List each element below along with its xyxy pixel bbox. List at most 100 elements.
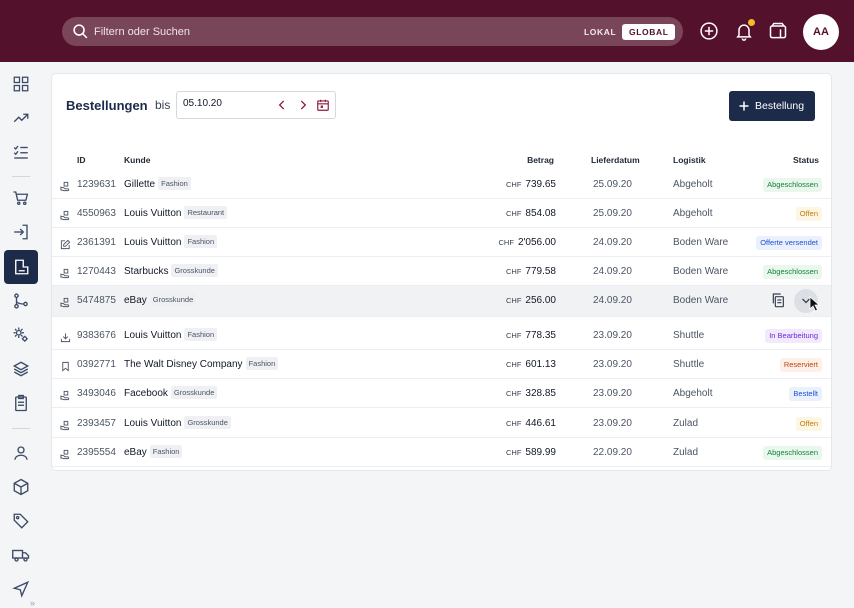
status-cell: Offen [795,409,822,438]
customer-cell[interactable]: Louis Vuitton Restaurant [124,199,228,228]
customer-tag: Grosskunde [171,263,218,277]
truck-icon [12,549,30,562]
delivery-date: 22.09.20 [593,447,632,458]
status-cell: Abgeschlossen [763,257,822,286]
column-header-customer[interactable]: Kunde [124,155,150,165]
status-cell: In Bearbeitung [765,321,822,350]
logistics-cell: Zulad [673,447,699,458]
table-row[interactable]: 3493046 Facebook Grosskunde CHF 328.85 23.09.… [52,379,831,408]
column-header-id[interactable]: ID [77,155,86,165]
customer-cell[interactable]: The Walt Disney Company Fashion [124,350,279,379]
currency: CHF [498,238,514,247]
table-row[interactable]: 5474875 eBay Grosskunde CHF 256.00 24.09.20 Bo… [52,286,831,317]
sidebar-item-statistics[interactable] [4,101,38,135]
customer-tag: Fashion [149,444,183,458]
sidebar-item-contacts[interactable] [4,436,38,470]
calendar-icon[interactable] [316,98,330,112]
sidebar-item-products[interactable] [4,470,38,504]
handover-icon [60,295,71,308]
delivery-date: 23.09.20 [593,359,632,370]
status-badge: Offerte versendet [756,236,822,250]
delivery-date: 24.09.20 [593,266,632,277]
box-icon [13,478,29,496]
wallet-icon[interactable] [768,21,788,41]
sidebar-item-reports[interactable] [4,386,38,420]
sidebar-item-dashboard[interactable] [4,67,38,101]
trending-icon [13,113,29,123]
sidebar-item-settings[interactable] [4,318,38,352]
order-id: 1239631 [77,179,116,190]
bell-icon[interactable] [734,19,755,41]
avatar[interactable]: AA [803,14,839,50]
sidebar-item-layers[interactable] [4,352,38,386]
table-row[interactable]: 9383676 Louis Vuitton Fashion CHF 778.35 23.0… [52,321,831,350]
search-bar[interactable]: LOKAL GLOBAL [62,17,683,46]
amount-cell: CHF 739.65 [506,170,556,199]
delivery-date: 25.09.20 [593,208,632,219]
chevron-left-icon[interactable] [275,98,289,112]
table-row[interactable]: 2395554 eBay Fashion CHF 589.99 22.09.20 Zulad… [52,438,831,467]
customer-cell[interactable]: Gillette Fashion [124,170,191,199]
amount: 589.99 [525,447,556,458]
customer-cell[interactable]: Louis Vuitton Fashion [124,321,218,350]
column-header-amount[interactable]: Betrag [527,155,554,165]
logistics-cell: Shuttle [673,330,705,341]
status-cell: Abgeschlossen [763,438,822,467]
column-header-logistics[interactable]: Logistik [673,155,706,165]
scope-local-toggle[interactable]: LOKAL [578,24,622,40]
table-row[interactable]: 2393457 Louis Vuitton Grosskunde CHF 446.61 2… [52,409,831,438]
table-row[interactable]: 4550963 Louis Vuitton Restaurant CHF 854.08 2… [52,199,831,228]
customer-cell[interactable]: Facebook Grosskunde [124,379,218,408]
date-filter[interactable] [176,91,336,119]
search-input[interactable] [94,21,474,42]
customer-tag: Fashion [184,327,218,341]
currency: CHF [505,360,522,369]
table-row[interactable]: 0392771 The Walt Disney Company Fashion CHF… [52,350,831,379]
currency: CHF [505,331,522,340]
copy-icon[interactable] [770,292,786,308]
customer-cell[interactable]: Starbucks Grosskunde [124,257,218,286]
date-input[interactable] [183,98,263,109]
page-title: Bestellungen [66,98,148,113]
sidebar-item-workflow[interactable] [4,284,38,318]
checklist-icon [13,145,28,159]
sidebar-expand-icon[interactable]: » [30,598,35,608]
layers-icon [12,361,30,377]
delivery-date: 23.09.20 [593,388,632,399]
customer-cell[interactable]: eBay Fashion [124,438,183,467]
add-order-button[interactable]: Bestellung [729,91,815,121]
column-header-status[interactable]: Status [793,155,819,165]
customer-tag: Restaurant [184,205,228,219]
order-id: 2395554 [77,447,116,458]
delivery-date: 23.09.20 [593,418,632,429]
sidebar-item-delivery[interactable] [4,538,38,572]
customer-cell[interactable]: Louis Vuitton Fashion [124,228,218,257]
sidebar-item-tags[interactable] [4,504,38,538]
top-bar: LOKAL GLOBAL AA [0,0,854,62]
amount-cell: CHF 446.61 [506,409,556,438]
notification-dot [748,19,755,26]
login-icon [14,224,28,240]
column-header-delivery[interactable]: Lieferdatum [591,155,640,165]
customer-name: Gillette [124,179,156,190]
sidebar-item-tasks[interactable] [4,135,38,169]
sidebar-item-orders[interactable] [4,250,38,284]
order-id: 2393457 [77,418,116,429]
handover-icon [60,266,71,279]
customer-tag: Grosskunde [184,415,231,429]
chevron-right-icon[interactable] [296,98,310,112]
sidebar-item-shop[interactable] [4,181,38,215]
amount-cell: CHF 779.58 [506,257,556,286]
delivery-date: 24.09.20 [593,237,632,248]
table-row[interactable]: 1239631 Gillette Fashion CHF 739.65 25.09.20 A… [52,170,831,199]
scope-global-toggle[interactable]: GLOBAL [622,24,676,40]
customer-name: Starbucks [124,266,169,277]
customer-cell[interactable]: eBay Grosskunde [124,286,197,315]
add-circle-icon[interactable] [699,21,719,41]
sidebar-item-import[interactable] [4,215,38,249]
customer-cell[interactable]: Louis Vuitton Grosskunde [124,409,231,438]
amount: 739.65 [525,179,556,190]
table-row[interactable]: 2361391 Louis Vuitton Fashion CHF 2'056.00 24… [52,228,831,257]
customer-tag: Fashion [158,176,191,190]
table-row[interactable]: 1270443 Starbucks Grosskunde CHF 779.58 24.09… [52,257,831,286]
